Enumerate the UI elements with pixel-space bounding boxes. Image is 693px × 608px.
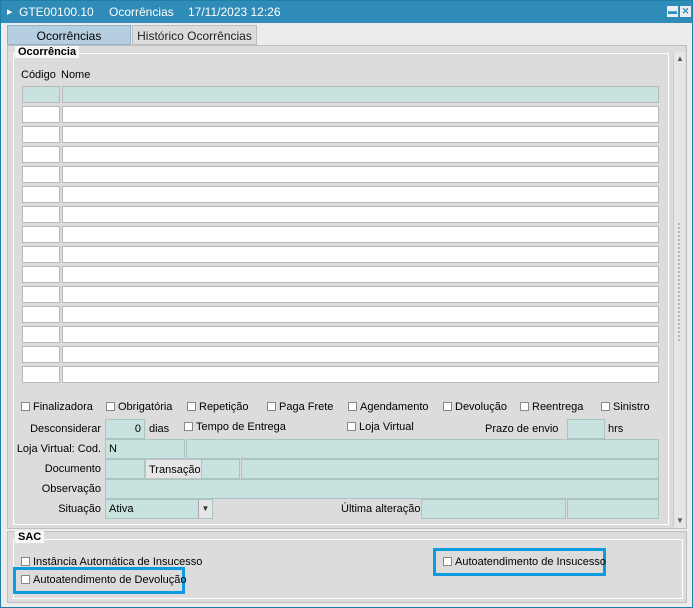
loja-virtual-nome-input[interactable]	[186, 439, 659, 459]
nome-cell[interactable]	[62, 186, 659, 203]
ultima-alteracao-data	[421, 499, 566, 519]
close-icon[interactable]: ✕	[680, 6, 691, 17]
codigo-cell[interactable]	[22, 286, 60, 303]
autoatendimento-devolucao-label: Autoatendimento de Devolução	[33, 574, 187, 586]
hrs-label: hrs	[608, 423, 624, 435]
scrollbar-grip[interactable]	[677, 222, 682, 342]
tempo-entrega-checkbox[interactable]	[184, 422, 193, 431]
title-bar: ▶ GTE00100.10 Ocorrências 17/11/2023 12:…	[1, 1, 692, 23]
ocorrencia-section-title: Ocorrência	[15, 46, 80, 58]
situacao-label: Situação	[58, 503, 101, 515]
window-datetime: 17/11/2023 12:26	[188, 5, 281, 19]
situacao-selected-value: Ativa	[109, 503, 134, 515]
codigo-cell[interactable]	[22, 186, 60, 203]
tempo-entrega-label: Tempo de Entrega	[196, 421, 286, 433]
nome-cell[interactable]	[62, 126, 659, 143]
nome-cell[interactable]	[62, 86, 659, 103]
prazo-envio-input[interactable]	[567, 419, 605, 439]
window-menu-icon[interactable]: ▶	[7, 8, 12, 16]
loja-virtual-checkbox[interactable]	[347, 422, 356, 431]
codigo-cell[interactable]	[22, 366, 60, 383]
observacao-input[interactable]	[105, 479, 659, 499]
devolucao-label: Devolução	[455, 401, 507, 413]
codigo-cell[interactable]	[22, 346, 60, 363]
nome-cell[interactable]	[62, 326, 659, 343]
scroll-up-icon[interactable]: ▲	[674, 53, 686, 65]
nome-cell[interactable]	[62, 366, 659, 383]
obrigatoria-checkbox[interactable]	[106, 402, 115, 411]
paga-frete-checkbox[interactable]	[267, 402, 276, 411]
repeticao-label: Repetição	[199, 401, 249, 413]
transacao-descricao-input[interactable]	[241, 459, 659, 479]
codigo-cell[interactable]	[22, 226, 60, 243]
desconsiderar-label: Desconsiderar	[30, 423, 101, 435]
observacao-label: Observação	[41, 483, 101, 495]
sac-section-title: SAC	[15, 531, 45, 543]
column-header-codigo: Código	[21, 69, 56, 81]
scroll-down-icon[interactable]: ▼	[674, 515, 686, 527]
transacao-input[interactable]	[201, 459, 240, 479]
nome-cell[interactable]	[62, 226, 659, 243]
codigo-cell[interactable]	[22, 126, 60, 143]
loja-virtual-label: Loja Virtual	[359, 421, 414, 433]
reentrega-checkbox[interactable]	[520, 402, 529, 411]
situacao-select[interactable]: Ativa ▼	[105, 499, 213, 519]
window-code: GTE00100.10	[19, 5, 94, 19]
prazo-envio-label: Prazo de envio	[485, 423, 559, 435]
sinistro-label: Sinistro	[613, 401, 650, 413]
agendamento-label: Agendamento	[360, 401, 429, 413]
transacao-label: Transação	[145, 459, 205, 479]
loja-virtual-cod-input[interactable]: N	[105, 439, 185, 459]
documento-label: Documento	[44, 463, 101, 475]
minimize-icon[interactable]: ▬	[667, 6, 678, 17]
nome-cell[interactable]	[62, 306, 659, 323]
autoatendimento-insucesso-checkbox[interactable]	[443, 557, 452, 566]
repeticao-checkbox[interactable]	[187, 402, 196, 411]
codigo-cell[interactable]	[22, 266, 60, 283]
obrigatoria-label: Obrigatória	[118, 401, 173, 413]
codigo-cell[interactable]	[22, 306, 60, 323]
nome-cell[interactable]	[62, 146, 659, 163]
sinistro-checkbox[interactable]	[601, 402, 610, 411]
codigo-cell[interactable]	[22, 86, 60, 103]
nome-cell[interactable]	[62, 346, 659, 363]
nome-cell[interactable]	[62, 206, 659, 223]
column-header-nome: Nome	[61, 69, 91, 81]
agendamento-checkbox[interactable]	[348, 402, 357, 411]
nome-cell[interactable]	[62, 246, 659, 263]
tab-historico-ocorrencias[interactable]: Histórico Ocorrências	[132, 25, 257, 45]
instancia-automatica-checkbox[interactable]	[21, 557, 30, 566]
codigo-cell[interactable]	[22, 106, 60, 123]
nome-cell[interactable]	[62, 166, 659, 183]
window-title: Ocorrências	[109, 5, 174, 19]
ultima-alteracao-label: Última alteração	[341, 503, 421, 515]
reentrega-label: Reentrega	[532, 401, 584, 413]
dias-label: dias	[149, 423, 170, 435]
nome-cell[interactable]	[62, 266, 659, 283]
app-window: ▶ GTE00100.10 Ocorrências 17/11/2023 12:…	[0, 0, 693, 608]
devolucao-checkbox[interactable]	[443, 402, 452, 411]
finalizadora-label: Finalizadora	[33, 401, 93, 413]
codigo-cell[interactable]	[22, 246, 60, 263]
finalizadora-checkbox[interactable]	[21, 402, 30, 411]
vertical-scrollbar[interactable]: ▲ ▼	[673, 52, 685, 528]
desconsiderar-input[interactable]: 0	[105, 419, 145, 439]
loja-virtual-cod-label: Loja Virtual: Cod.	[16, 443, 101, 455]
ultima-alteracao-usuario	[567, 499, 659, 519]
nome-cell[interactable]	[62, 286, 659, 303]
codigo-cell[interactable]	[22, 206, 60, 223]
nome-cell[interactable]	[62, 106, 659, 123]
tab-ocorrencias[interactable]: Ocorrências	[7, 25, 131, 45]
documento-input[interactable]	[105, 459, 145, 479]
paga-frete-label: Paga Frete	[279, 401, 334, 413]
codigo-cell[interactable]	[22, 166, 60, 183]
autoatendimento-insucesso-label: Autoatendimento de Insucesso	[455, 556, 607, 568]
autoatendimento-devolucao-checkbox[interactable]	[21, 575, 30, 584]
codigo-cell[interactable]	[22, 326, 60, 343]
codigo-cell[interactable]	[22, 146, 60, 163]
chevron-down-icon[interactable]: ▼	[198, 500, 212, 518]
